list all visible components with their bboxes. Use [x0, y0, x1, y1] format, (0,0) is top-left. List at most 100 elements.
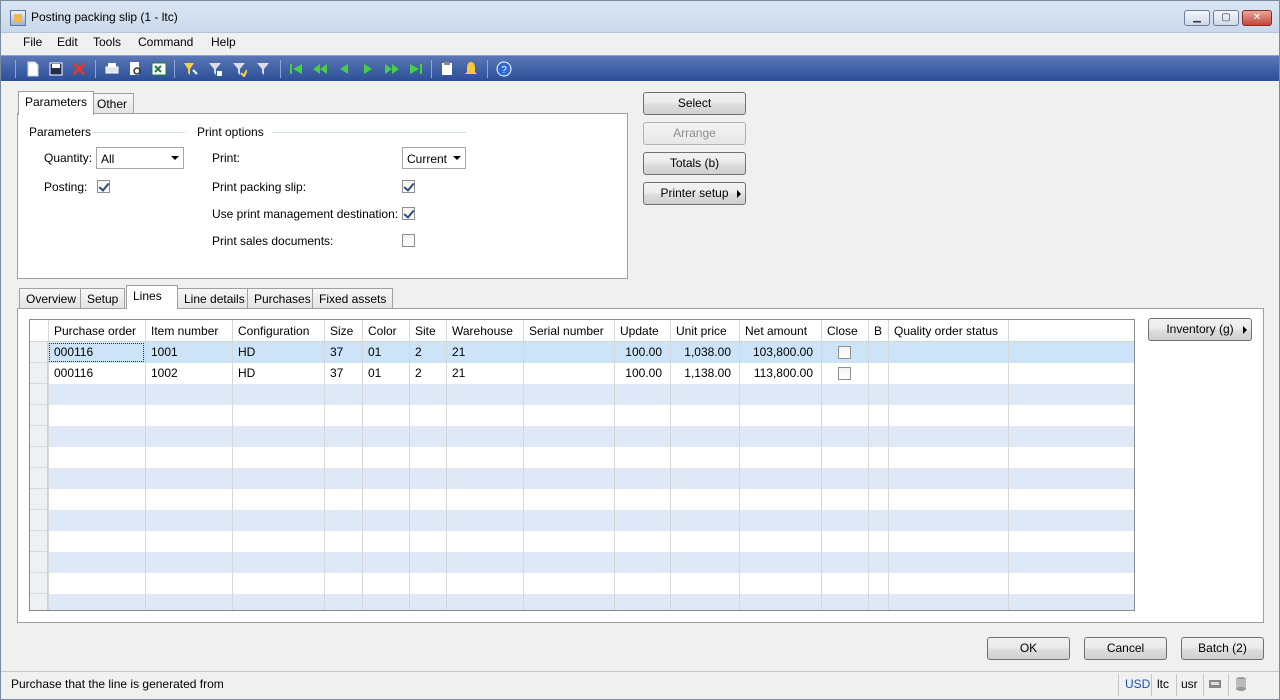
alert-icon[interactable] [463, 61, 479, 77]
cell-purchase-order[interactable]: 000116 [54, 366, 93, 380]
row-header[interactable] [30, 552, 48, 573]
table-row[interactable] [30, 510, 1134, 531]
column-header[interactable]: Quality order status [894, 324, 998, 338]
column-header[interactable]: Color [368, 324, 397, 338]
ok-button[interactable]: OK [987, 637, 1070, 660]
row-header[interactable] [30, 342, 48, 363]
cell-size[interactable]: 37 [330, 366, 343, 380]
posting-checkbox[interactable] [97, 180, 110, 193]
row-header[interactable] [30, 468, 48, 489]
print-icon[interactable] [104, 61, 120, 77]
filter-by-grid-icon[interactable] [207, 61, 223, 77]
previous-record-icon[interactable] [336, 61, 352, 77]
cell-warehouse[interactable]: 21 [452, 366, 465, 380]
table-row[interactable] [30, 594, 1134, 610]
select-button[interactable]: Select [643, 92, 746, 115]
column-header[interactable]: Close [827, 324, 858, 338]
company-indicator[interactable]: ltc [1157, 677, 1169, 691]
maximize-button[interactable]: ▢ [1213, 10, 1239, 26]
cell-site[interactable]: 2 [415, 366, 422, 380]
table-row[interactable] [30, 426, 1134, 447]
table-row[interactable] [30, 468, 1134, 489]
batch-button[interactable]: Batch (2) [1181, 637, 1264, 660]
print-combo[interactable]: Current [402, 147, 466, 169]
table-row[interactable]: 000116 1001 HD 37 01 2 21 100.00 1,038.00 103,800… [30, 342, 1134, 363]
column-header[interactable]: Item number [151, 324, 218, 338]
table-row[interactable] [30, 384, 1134, 405]
next-record-icon[interactable] [360, 61, 376, 77]
new-icon[interactable] [25, 61, 41, 77]
close-checkbox[interactable] [838, 367, 851, 380]
use-print-management-checkbox[interactable] [402, 207, 415, 220]
session-icon[interactable] [1208, 677, 1222, 691]
row-header[interactable] [30, 426, 48, 447]
first-record-icon[interactable] [288, 61, 304, 77]
tab-other[interactable]: Other [90, 93, 135, 114]
close-checkbox[interactable] [838, 346, 851, 359]
remove-filter-icon[interactable] [255, 61, 271, 77]
close-window-button[interactable]: ✕ [1242, 10, 1272, 26]
cell-configuration[interactable]: HD [238, 345, 255, 359]
cell-site[interactable]: 2 [415, 345, 422, 359]
arrange-button[interactable]: Arrange [643, 122, 746, 145]
delete-icon[interactable] [71, 61, 87, 77]
tab-overview[interactable]: Overview [19, 288, 84, 309]
excel-icon[interactable] [151, 61, 167, 77]
cancel-button[interactable]: Cancel [1084, 637, 1167, 660]
lines-grid[interactable]: Purchase order Item number Configuration Si… [29, 319, 1135, 611]
row-header[interactable] [30, 384, 48, 405]
print-packing-slip-checkbox[interactable] [402, 180, 415, 193]
cell-unit-price[interactable]: 1,038.00 [684, 345, 731, 359]
row-header[interactable] [30, 363, 48, 384]
cell-size[interactable]: 37 [330, 345, 343, 359]
menu-edit[interactable]: Edit [55, 35, 80, 49]
cell-color[interactable]: 01 [368, 345, 381, 359]
print-preview-icon[interactable] [127, 61, 143, 77]
quantity-combo[interactable]: All [96, 147, 184, 169]
column-header[interactable]: Net amount [745, 324, 807, 338]
currency-indicator[interactable]: USD [1125, 677, 1150, 691]
row-header[interactable] [30, 531, 48, 552]
cell-net-amount[interactable]: 113,800.00 [754, 366, 813, 380]
menu-tools[interactable]: Tools [91, 35, 123, 49]
table-row[interactable] [30, 405, 1134, 426]
column-header[interactable]: Unit price [676, 324, 727, 338]
row-header[interactable] [30, 447, 48, 468]
totals-button[interactable]: Totals (b) [643, 152, 746, 175]
cell-net-amount[interactable]: 103,800.00 [753, 345, 813, 359]
save-icon[interactable] [48, 61, 64, 77]
column-header[interactable]: B [874, 324, 882, 338]
column-header[interactable]: Warehouse [452, 324, 513, 338]
database-icon[interactable] [1234, 676, 1248, 692]
print-sales-documents-checkbox[interactable] [402, 234, 415, 247]
document-handling-icon[interactable] [439, 61, 455, 77]
tab-lines[interactable]: Lines [126, 285, 178, 309]
column-header[interactable]: Update [620, 324, 659, 338]
minimize-button[interactable]: ▁ [1184, 10, 1210, 26]
cell-update[interactable]: 100.00 [625, 366, 662, 380]
menu-help[interactable]: Help [209, 35, 238, 49]
printer-setup-button[interactable]: Printer setup [643, 182, 746, 205]
column-header[interactable]: Serial number [529, 324, 604, 338]
column-header[interactable]: Configuration [238, 324, 309, 338]
tab-purchases[interactable]: Purchases [247, 288, 318, 309]
table-row[interactable] [30, 447, 1134, 468]
table-row[interactable]: 000116 1002 HD 37 01 2 21 100.00 1,138.00 113,800… [30, 363, 1134, 384]
row-header[interactable] [30, 594, 48, 610]
tab-line-details[interactable]: Line details [177, 288, 252, 309]
tab-fixed-assets[interactable]: Fixed assets [312, 288, 394, 309]
row-header[interactable] [30, 489, 48, 510]
cell-unit-price[interactable]: 1,138.00 [684, 366, 731, 380]
menu-command[interactable]: Command [136, 35, 195, 49]
column-header[interactable]: Site [415, 324, 436, 338]
table-row[interactable] [30, 489, 1134, 510]
tab-parameters[interactable]: Parameters [18, 91, 95, 115]
filter-by-selection-icon[interactable] [182, 61, 198, 77]
cell-configuration[interactable]: HD [238, 366, 255, 380]
next-page-icon[interactable] [384, 61, 400, 77]
column-header[interactable]: Size [330, 324, 353, 338]
last-record-icon[interactable] [408, 61, 424, 77]
inventory-button[interactable]: Inventory (g) [1148, 318, 1252, 341]
cell-color[interactable]: 01 [368, 366, 381, 380]
column-header[interactable]: Purchase order [54, 324, 136, 338]
